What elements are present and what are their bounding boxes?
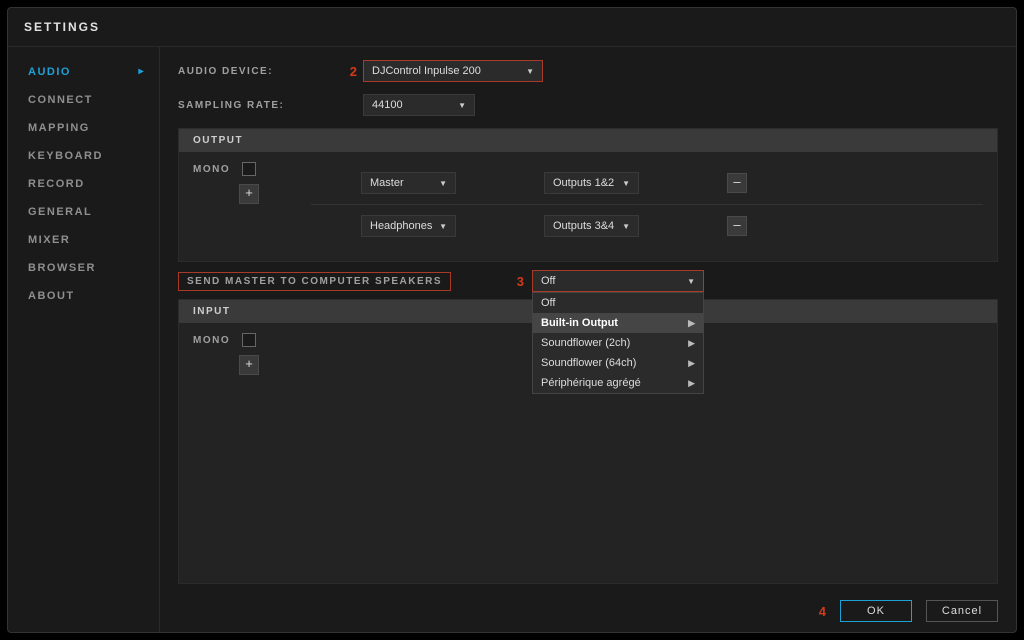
- input-mono-checkbox[interactable]: [242, 333, 256, 347]
- output-panel: OUTPUT MONO +: [178, 128, 998, 262]
- input-mono-label: MONO: [193, 335, 230, 346]
- sampling-rate-select[interactable]: 44100 ▼: [363, 94, 475, 116]
- window-title: SETTINGS: [24, 20, 1000, 34]
- sidebar-item-browser[interactable]: BROWSER: [8, 254, 159, 282]
- caret-down-icon: ▼: [622, 179, 630, 188]
- chevron-right-icon: ▶: [688, 338, 695, 349]
- annotation-2: 2: [343, 64, 357, 79]
- caret-down-icon: ▼: [458, 101, 466, 110]
- sidebar-item-mixer[interactable]: MIXER: [8, 226, 159, 254]
- caret-down-icon: ▼: [526, 67, 534, 76]
- send-master-select[interactable]: Off ▼: [532, 270, 704, 292]
- audio-device-select[interactable]: DJControl Inpulse 200 ▼: [363, 60, 543, 82]
- caret-down-icon: ▼: [439, 179, 447, 188]
- dropdown-option-builtin[interactable]: Built-in Output ▶: [533, 313, 703, 333]
- output-remove-button-1[interactable]: –: [727, 216, 747, 236]
- dropdown-option-sf64[interactable]: Soundflower (64ch) ▶: [533, 353, 703, 373]
- chevron-right-icon: ▶: [688, 378, 695, 389]
- main-panel: AUDIO DEVICE: 2 DJControl Inpulse 200 ▼ …: [160, 46, 1016, 632]
- sidebar: AUDIO CONNECT MAPPING KEYBOARD RECORD GE…: [8, 46, 160, 632]
- output-channel-select-0[interactable]: Outputs 1&2 ▼: [544, 172, 639, 194]
- sidebar-item-keyboard[interactable]: KEYBOARD: [8, 142, 159, 170]
- output-remove-button-0[interactable]: –: [727, 173, 747, 193]
- sidebar-item-audio[interactable]: AUDIO: [8, 58, 159, 86]
- dropdown-option-off[interactable]: Off: [533, 293, 703, 313]
- titlebar: SETTINGS: [8, 8, 1016, 47]
- sidebar-item-general[interactable]: GENERAL: [8, 198, 159, 226]
- annotation-3: 3: [510, 274, 524, 289]
- caret-down-icon: ▼: [622, 222, 630, 231]
- caret-down-icon: ▼: [439, 222, 447, 231]
- output-add-button[interactable]: +: [239, 184, 259, 204]
- settings-window: SETTINGS AUDIO CONNECT MAPPING KEYBOARD …: [7, 7, 1017, 633]
- output-bus-select-1[interactable]: Headphones ▼: [361, 215, 456, 237]
- send-master-dropdown: Off Built-in Output ▶ Soundflower (2ch) …: [532, 292, 704, 394]
- sidebar-item-connect[interactable]: CONNECT: [8, 86, 159, 114]
- send-master-label: SEND MASTER TO COMPUTER SPEAKERS: [178, 272, 451, 291]
- footer: 4 OK Cancel: [819, 600, 998, 622]
- sidebar-item-about[interactable]: ABOUT: [8, 282, 159, 310]
- audio-device-label: AUDIO DEVICE:: [178, 66, 343, 77]
- sidebar-item-mapping[interactable]: MAPPING: [8, 114, 159, 142]
- chevron-right-icon: ▶: [688, 318, 695, 329]
- output-panel-header: OUTPUT: [179, 129, 997, 152]
- dropdown-option-aggregate[interactable]: Périphérique agrégé ▶: [533, 373, 703, 393]
- sampling-rate-label: SAMPLING RATE:: [178, 100, 343, 111]
- sampling-rate-value: 44100: [372, 99, 403, 111]
- output-mono-label: MONO: [193, 164, 230, 175]
- ok-button[interactable]: OK: [840, 600, 912, 622]
- cancel-button[interactable]: Cancel: [926, 600, 998, 622]
- output-row-0: Master ▼ Outputs 1&2 ▼ –: [311, 162, 983, 205]
- output-bus-select-0[interactable]: Master ▼: [361, 172, 456, 194]
- audio-device-value: DJControl Inpulse 200: [372, 65, 481, 77]
- input-add-button[interactable]: +: [239, 355, 259, 375]
- output-row-1: Headphones ▼ Outputs 3&4 ▼ –: [311, 205, 983, 247]
- dropdown-option-sf2[interactable]: Soundflower (2ch) ▶: [533, 333, 703, 353]
- chevron-right-icon: ▶: [688, 358, 695, 369]
- output-mono-checkbox[interactable]: [242, 162, 256, 176]
- caret-down-icon: ▼: [687, 277, 695, 286]
- output-channel-select-1[interactable]: Outputs 3&4 ▼: [544, 215, 639, 237]
- annotation-4: 4: [819, 604, 826, 619]
- sidebar-item-record[interactable]: RECORD: [8, 170, 159, 198]
